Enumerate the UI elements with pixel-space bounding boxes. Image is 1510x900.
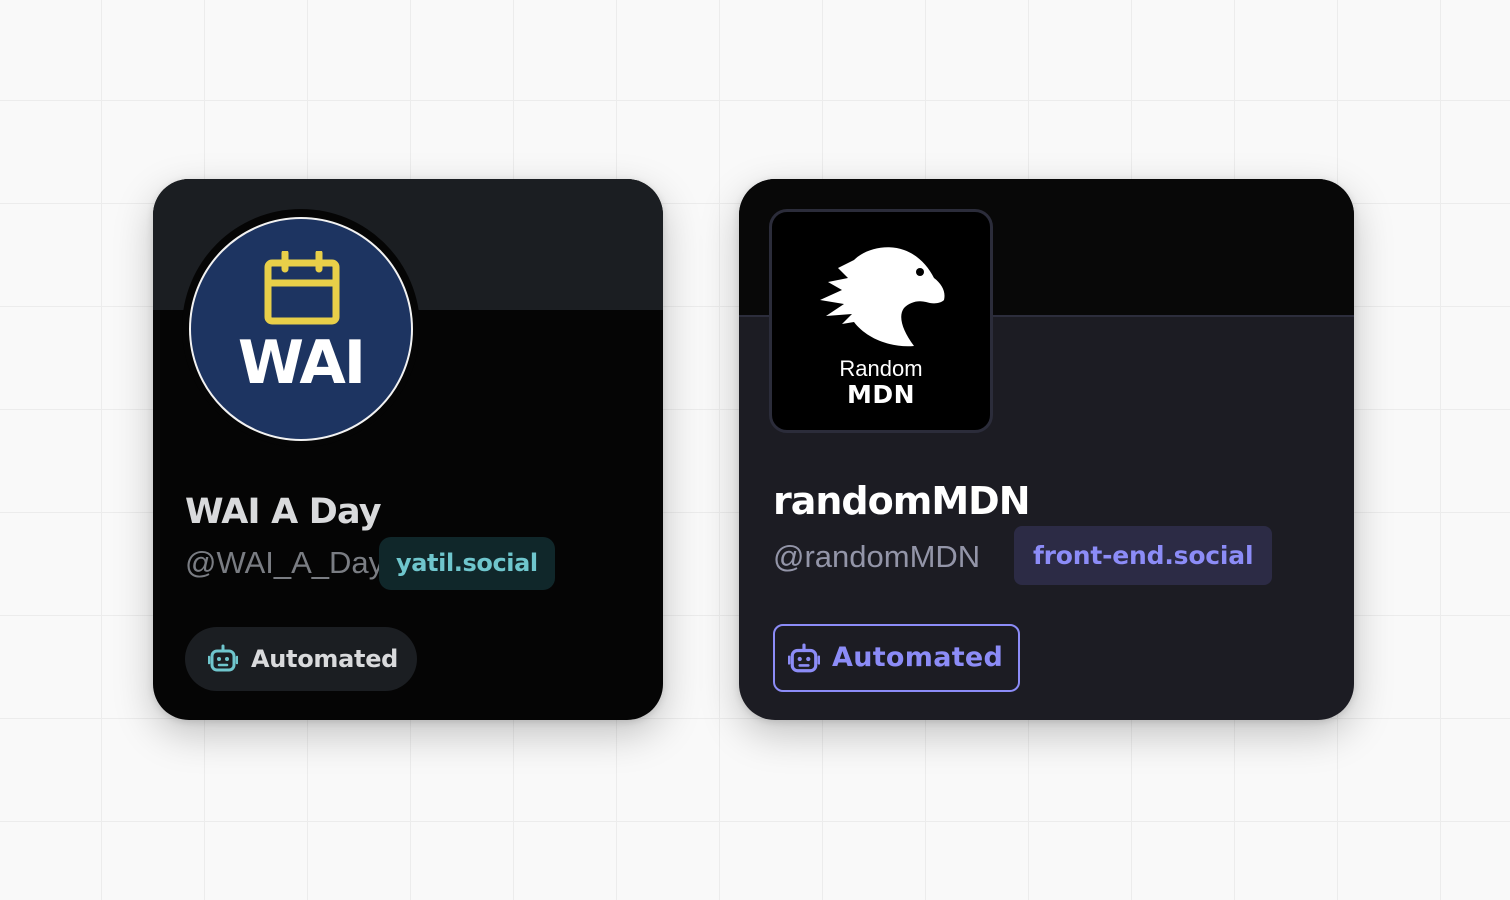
automated-label: Automated bbox=[832, 642, 1004, 673]
calendar-icon bbox=[264, 251, 340, 325]
avatar-text-small: Random bbox=[839, 356, 923, 381]
automated-label: Automated bbox=[251, 645, 399, 673]
avatar[interactable]: WAI bbox=[189, 217, 413, 441]
account-handle: @randomMDN bbox=[773, 539, 981, 574]
domain-badge[interactable]: front-end.social bbox=[1014, 526, 1273, 585]
robot-icon bbox=[788, 643, 820, 673]
domain-badge[interactable]: yatil.social bbox=[379, 537, 555, 590]
automated-badge: Automated bbox=[773, 624, 1020, 692]
avatar[interactable]: Random MDN bbox=[769, 209, 993, 433]
profile-card-random-mdn[interactable]: Random MDN randomMDN @randomMDN front-en… bbox=[739, 179, 1354, 720]
profile-card-wai-a-day[interactable]: WAI WAI A Day @WAI_A_Day yatil.social Au… bbox=[153, 179, 663, 720]
dinosaur-head-icon bbox=[820, 247, 945, 347]
avatar-text-big: MDN bbox=[846, 380, 916, 409]
display-name[interactable]: WAI A Day bbox=[185, 491, 382, 533]
avatar-text: WAI bbox=[237, 328, 366, 398]
automated-badge: Automated bbox=[185, 627, 417, 691]
display-name[interactable]: randomMDN bbox=[773, 479, 1030, 523]
robot-icon bbox=[208, 644, 238, 672]
account-handle: @WAI_A_Day bbox=[185, 545, 385, 580]
